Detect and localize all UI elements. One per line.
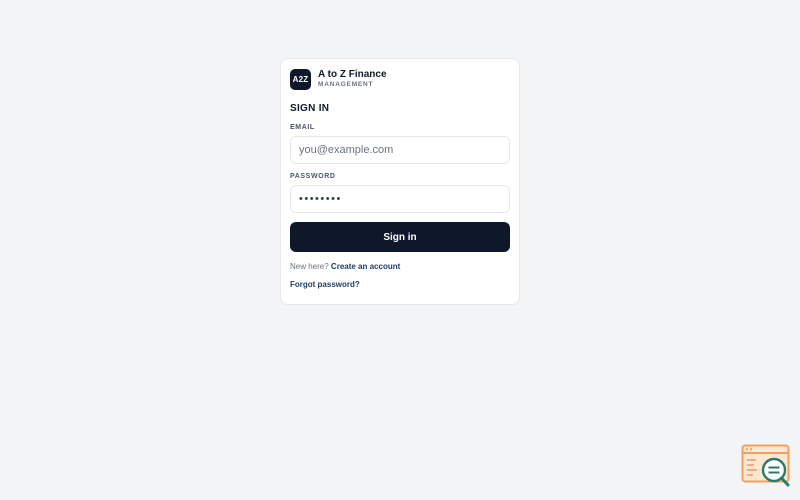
password-label: PASSWORD (290, 173, 336, 180)
brand-text: A to Z Finance MANAGEMENT (318, 68, 387, 89)
password-field[interactable]: •••••••• (290, 185, 510, 213)
brand-header: A2Z A to Z Finance MANAGEMENT (290, 68, 510, 90)
search-document-icon[interactable] (741, 444, 791, 488)
email-field[interactable] (299, 144, 501, 156)
brand-name: A to Z Finance (318, 68, 387, 80)
forgot-password-link[interactable]: Forgot password? (290, 280, 360, 289)
sign-in-button[interactable]: Sign in (290, 222, 510, 252)
brand-subtitle: MANAGEMENT (318, 80, 374, 88)
create-account-link[interactable]: Create an account (331, 262, 400, 271)
new-here-text: New here? (290, 262, 329, 271)
form-heading: SIGN IN (290, 103, 330, 114)
brand-logo: A2Z (290, 68, 311, 90)
email-field-wrapper (290, 136, 510, 164)
email-label: EMAIL (290, 124, 315, 131)
password-value: •••••••• (299, 193, 342, 205)
forgot-row: Forgot password? (290, 280, 510, 289)
sign-in-card: A2Z A to Z Finance MANAGEMENT SIGN IN EM… (280, 58, 520, 305)
new-here-row: New here? Create an account (290, 262, 510, 271)
